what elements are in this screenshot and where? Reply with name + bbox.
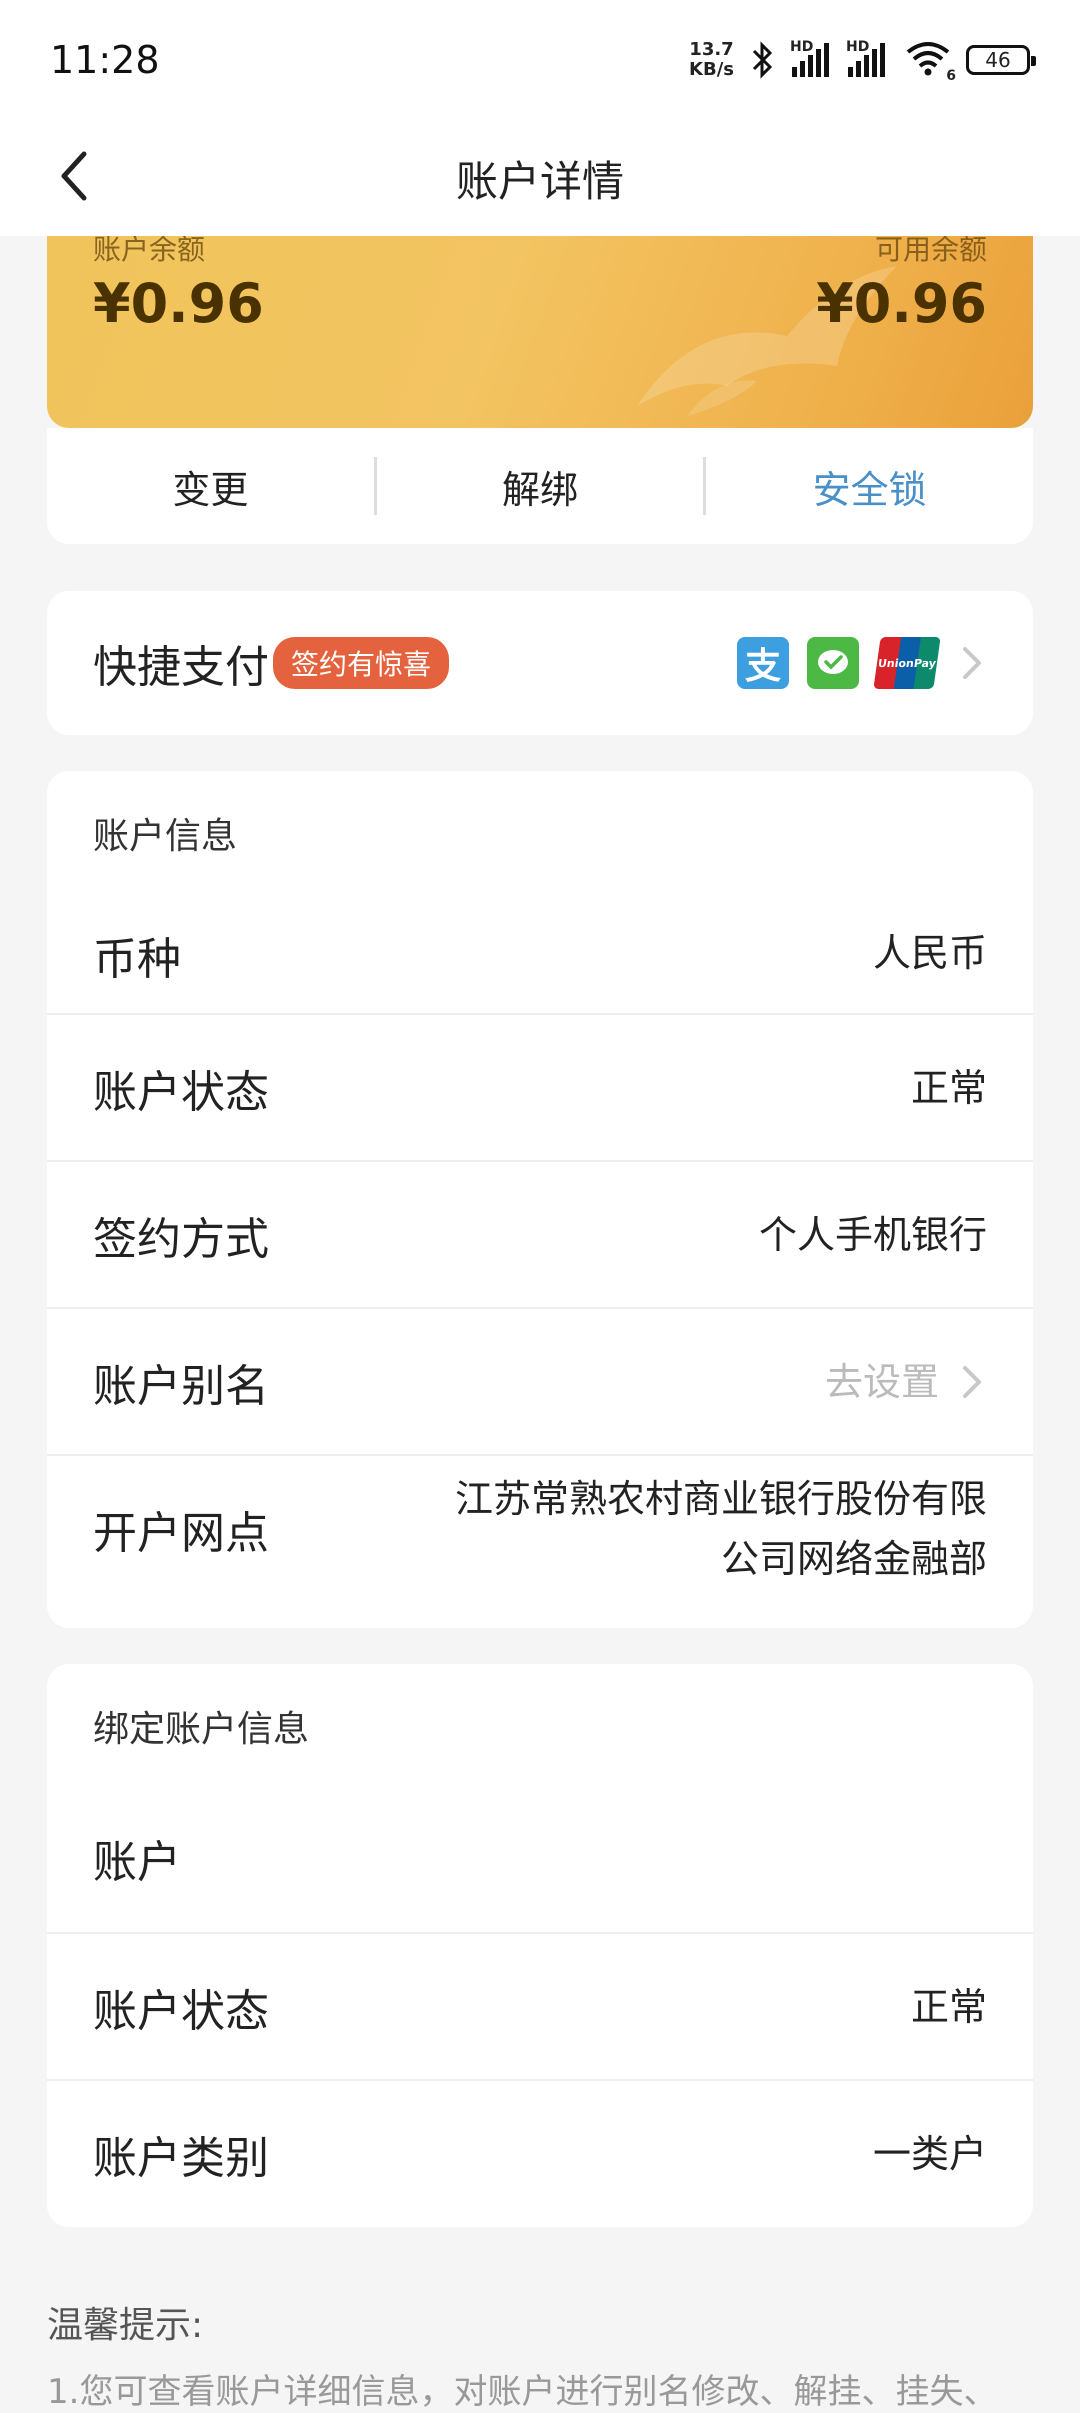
quick-pay-title: 快捷支付 bbox=[93, 642, 269, 693]
available-value: ¥0.96 bbox=[816, 272, 987, 335]
set-alias-link[interactable]: 去设置 bbox=[825, 1352, 987, 1412]
tips-title: 温馨提示: bbox=[47, 2305, 204, 2346]
wechat-bubble-icon bbox=[818, 650, 848, 674]
card-actions: 变更 解绑 安全锁 bbox=[47, 428, 1033, 544]
wifi-badge: 6 bbox=[946, 68, 956, 84]
alipay-glyph: 支 bbox=[744, 646, 781, 687]
change-button[interactable]: 变更 bbox=[47, 459, 374, 514]
back-arrow-icon[interactable] bbox=[46, 146, 106, 206]
row-key: 账户状态 bbox=[93, 1066, 269, 1118]
bluetooth-icon bbox=[752, 41, 773, 79]
quick-pay-row[interactable]: 快捷支付 签约有惊喜 支 UnionPay bbox=[47, 591, 1033, 735]
info-row-alias[interactable]: 账户别名 去设置 bbox=[47, 1307, 1033, 1454]
battery-icon: 46 bbox=[966, 45, 1036, 75]
info-row-status: 账户状态 正常 bbox=[47, 1013, 1033, 1160]
account-info-panel: 账户信息 币种 人民币 账户状态 正常 签约方式 个人手机银行 账户别名 去设置… bbox=[47, 771, 1033, 1628]
bound-info-heading: 绑定账户信息 bbox=[93, 1709, 310, 1750]
tips-line: 1.您可查看账户详细信息，对账户进行别名修改、解挂、挂失、 bbox=[47, 2372, 998, 2412]
network-speed-unit: KB/s bbox=[689, 59, 734, 80]
info-row-currency: 币种 人民币 bbox=[47, 891, 1033, 1013]
row-value: 一类户 bbox=[872, 2131, 987, 2176]
row-key: 账户状态 bbox=[93, 1985, 269, 2037]
unionpay-text: UnionPay bbox=[877, 656, 937, 670]
bound-account-panel: 绑定账户信息 账户 账户状态 正常 账户类别 一类户 bbox=[47, 1664, 1033, 2227]
info-row-sign-method: 签约方式 个人手机银行 bbox=[47, 1160, 1033, 1307]
signal-strength-icon: HD bbox=[846, 39, 890, 77]
branch-line-2: 公司网络金融部 bbox=[720, 1536, 987, 1581]
status-bar: 11:28 13.7 KB/s HD HD 6 46 bbox=[0, 0, 1080, 120]
signal-hd-label: HD bbox=[846, 39, 870, 55]
battery-level: 46 bbox=[985, 48, 1011, 72]
row-key: 签约方式 bbox=[93, 1213, 269, 1265]
bound-row-account: 账户 bbox=[47, 1784, 1033, 1932]
payment-icons: 支 UnionPay bbox=[737, 637, 941, 689]
bound-row-type: 账户类别 一类户 bbox=[47, 2079, 1033, 2226]
row-key: 币种 bbox=[93, 934, 181, 985]
row-key: 账户类别 bbox=[93, 2132, 269, 2184]
row-value: 正常 bbox=[910, 1984, 987, 2029]
page-title: 账户详情 bbox=[455, 156, 624, 206]
row-key: 账户 bbox=[93, 1837, 181, 1888]
branch-line-1: 江苏常熟农村商业银行股份有限 bbox=[454, 1476, 987, 1521]
balance-value: ¥0.96 bbox=[93, 272, 264, 335]
row-value: 个人手机银行 bbox=[758, 1212, 987, 1257]
unionpay-icon: UnionPay bbox=[873, 637, 941, 689]
row-key: 账户别名 bbox=[93, 1360, 269, 1412]
account-info-heading: 账户信息 bbox=[93, 816, 238, 857]
chevron-right-icon bbox=[963, 1365, 981, 1398]
row-value: 正常 bbox=[910, 1065, 987, 1110]
network-speed: 13.7 KB/s bbox=[689, 40, 734, 80]
status-icons: 13.7 KB/s HD HD 6 46 bbox=[689, 38, 1036, 84]
signal-hd-label: HD bbox=[790, 39, 814, 55]
row-key: 开户网点 bbox=[93, 1507, 269, 1559]
wifi-icon bbox=[906, 42, 950, 76]
wifi-indicator: 6 bbox=[904, 38, 956, 84]
network-speed-value: 13.7 bbox=[689, 39, 734, 60]
available-label: 可用余额 bbox=[874, 236, 987, 266]
balance-label: 账户余额 bbox=[93, 236, 206, 266]
balance-card: 账户余额 ¥0.96 可用余额 ¥0.96 bbox=[47, 236, 1033, 428]
alipay-icon: 支 bbox=[737, 637, 789, 689]
info-row-branch: 开户网点 江苏常熟农村商业银行股份有限 公司网络金融部 bbox=[47, 1454, 1033, 1601]
promo-badge: 签约有惊喜 bbox=[273, 637, 450, 689]
wechat-pay-icon bbox=[807, 637, 859, 689]
status-time: 11:28 bbox=[50, 38, 160, 82]
chevron-right-icon bbox=[963, 647, 981, 679]
security-lock-button[interactable]: 安全锁 bbox=[706, 459, 1033, 514]
row-value: 人民币 bbox=[872, 931, 987, 975]
nav-bar: 账户详情 bbox=[0, 120, 1080, 236]
signal-strength-icon: HD bbox=[790, 39, 834, 77]
bound-row-status: 账户状态 正常 bbox=[47, 1932, 1033, 2079]
set-alias-label: 去设置 bbox=[824, 1359, 939, 1404]
row-value: 江苏常熟农村商业银行股份有限 公司网络金融部 bbox=[455, 1469, 987, 1589]
unbind-button[interactable]: 解绑 bbox=[377, 459, 704, 514]
